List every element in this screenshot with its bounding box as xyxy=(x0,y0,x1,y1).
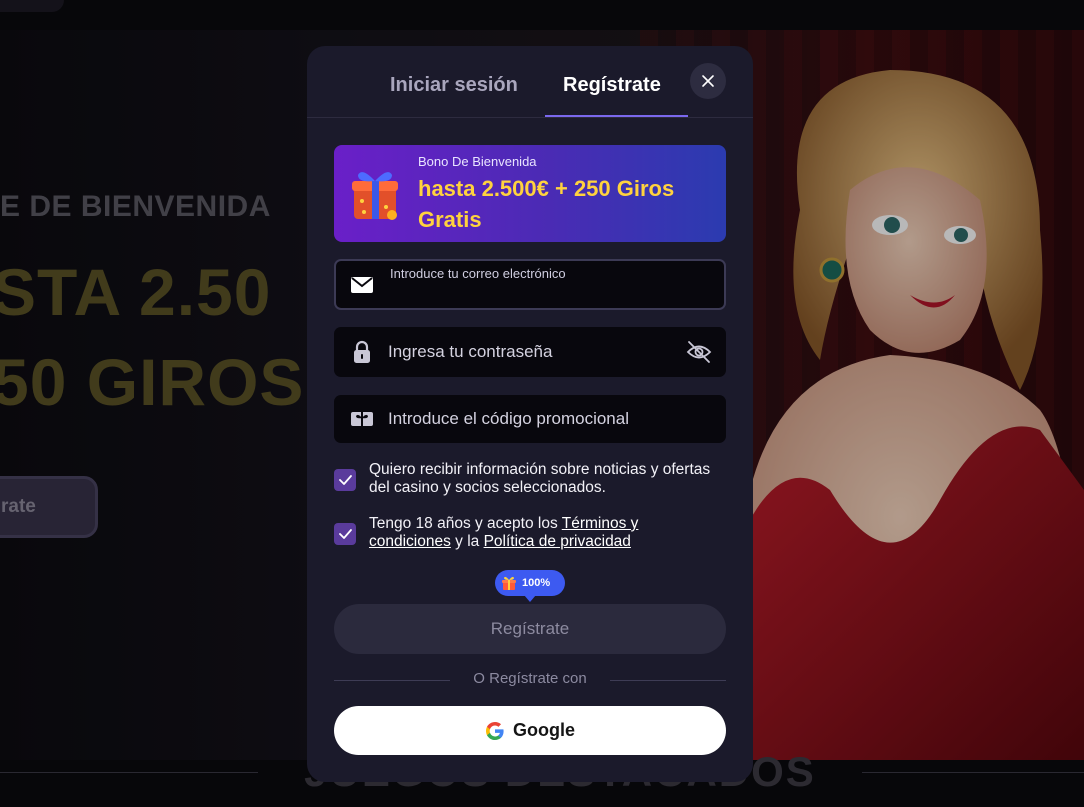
terms-prefix: Tengo 18 años y acepto los xyxy=(369,515,562,532)
tab-login[interactable]: Iniciar sesión xyxy=(390,74,518,97)
terms-middle: y la xyxy=(450,533,484,550)
promo-code-input[interactable] xyxy=(388,395,678,443)
promo-ticket-icon xyxy=(351,412,373,426)
password-field[interactable] xyxy=(334,327,726,377)
active-tab-indicator xyxy=(545,115,688,117)
checkmark-icon xyxy=(338,475,352,485)
email-input[interactable] xyxy=(390,279,680,307)
checkmark-icon xyxy=(338,529,352,539)
lock-icon xyxy=(354,340,370,363)
bonus-subtitle: Bono De Bienvenida xyxy=(418,154,537,169)
bonus-progress-badge: 100% xyxy=(495,570,565,602)
google-icon xyxy=(486,721,504,740)
eye-off-icon[interactable] xyxy=(686,340,712,364)
envelope-icon xyxy=(351,276,373,293)
tab-register[interactable]: Regístrate xyxy=(563,74,661,97)
bonus-title: hasta 2.500€ + 250 Giros Gratis xyxy=(418,176,675,232)
gift-icon xyxy=(502,576,516,590)
email-field[interactable]: Introduce tu correo electrónico xyxy=(334,259,726,310)
bonus-progress-value: 100% xyxy=(522,577,551,589)
gift-icon xyxy=(352,172,398,220)
terms-consent-checkbox[interactable] xyxy=(334,523,356,545)
news-consent-checkbox[interactable] xyxy=(334,469,356,491)
register-submit-button[interactable]: Regístrate xyxy=(334,604,726,654)
promo-code-field[interactable] xyxy=(334,395,726,443)
terms-consent-text: Tengo 18 años y acepto los Términos y co… xyxy=(369,515,719,551)
close-button[interactable] xyxy=(690,63,726,99)
news-consent-text: Quiero recibir información sobre noticia… xyxy=(369,461,711,496)
google-label: Google xyxy=(513,720,575,740)
register-modal: Iniciar sesión Regístrate Bono De Bienve… xyxy=(307,46,753,782)
privacy-link[interactable]: Política de privacidad xyxy=(484,533,631,550)
welcome-bonus-banner: Bono De Bienvenida hasta 2.500€ + 250 Gi… xyxy=(334,145,726,242)
google-signin-button[interactable]: Google xyxy=(334,706,726,755)
auth-tabs: Iniciar sesión Regístrate xyxy=(307,46,753,118)
close-icon xyxy=(702,75,714,87)
social-divider-text: O Regístrate con xyxy=(473,670,587,687)
password-input[interactable] xyxy=(388,327,678,377)
